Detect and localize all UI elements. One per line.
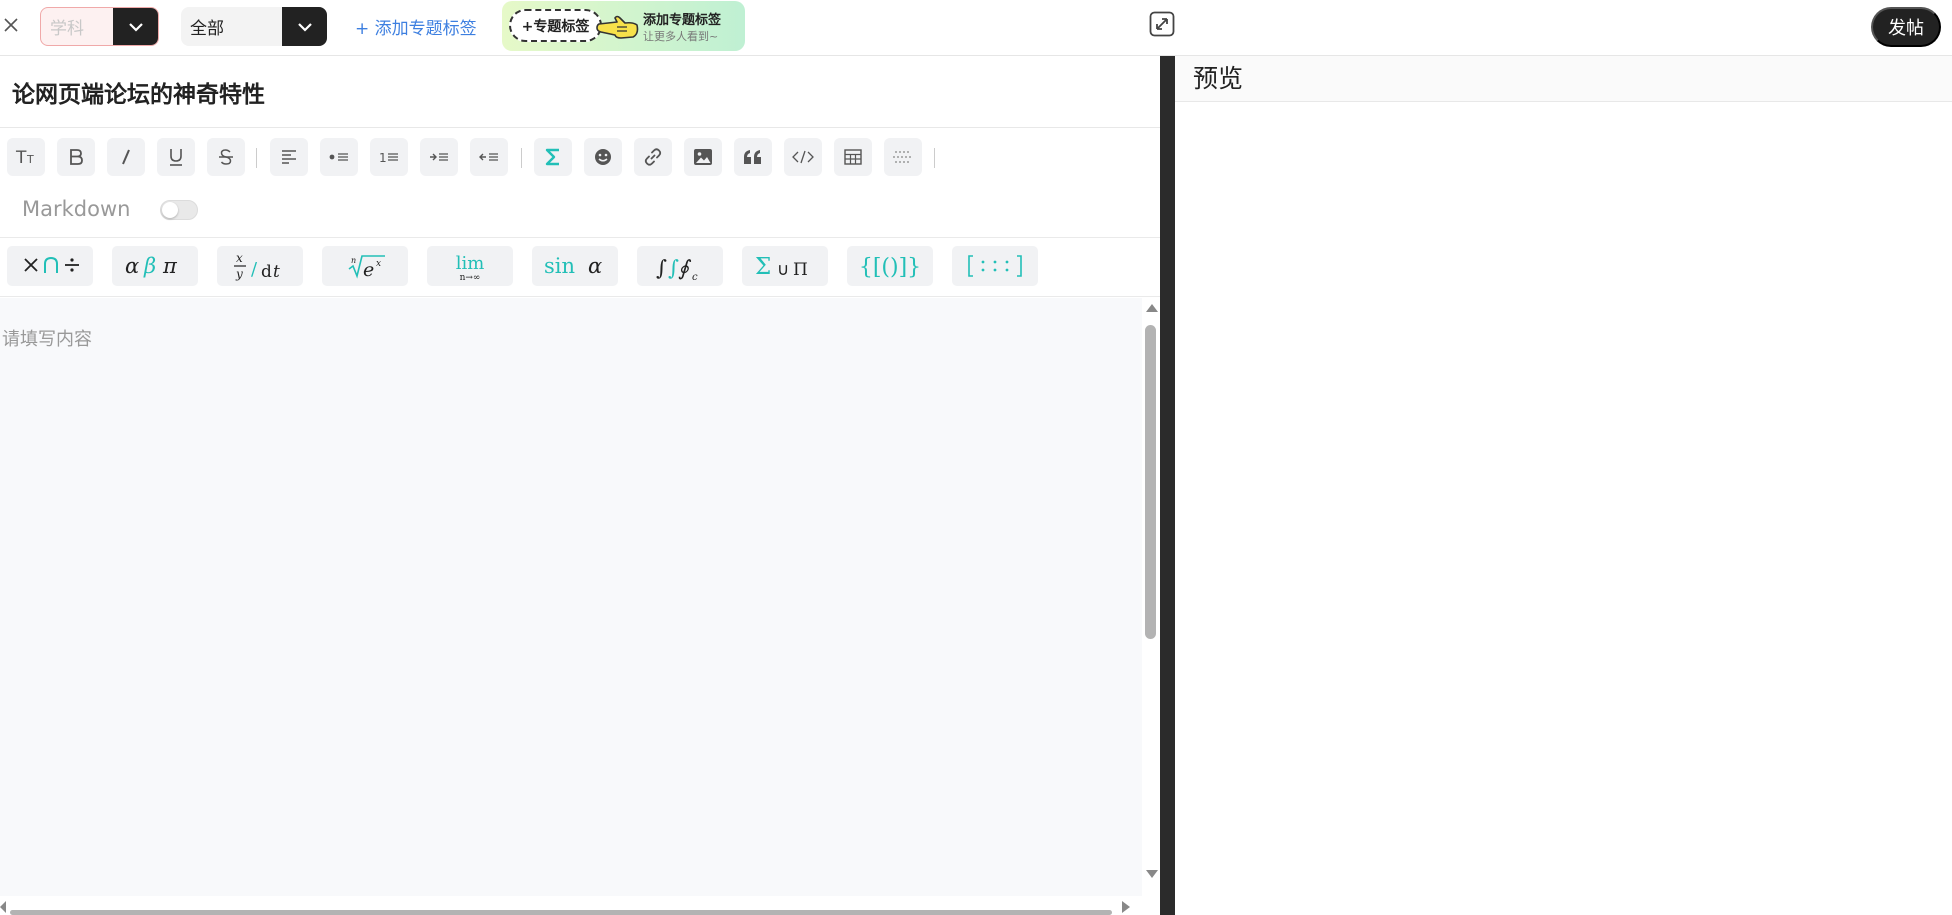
math-greek-button[interactable]: αβπ [112,246,198,286]
quote-icon[interactable] [734,138,772,176]
svg-text:x: x [376,259,381,269]
close-icon[interactable] [0,13,22,37]
expand-icon[interactable] [1149,11,1175,37]
topic-tag-chip[interactable]: +专题标签 [509,9,602,42]
indent-icon[interactable] [420,138,458,176]
subject-select-placeholder: 学科 [50,19,84,39]
markdown-toggle[interactable] [160,200,198,220]
toolbar-divider [521,148,522,168]
vertical-scrollbar[interactable] [1142,298,1160,915]
add-topic-tag-link[interactable]: + 添加专题标签 [355,14,477,39]
svg-text:c: c [692,272,698,283]
svg-text:β: β [143,254,156,278]
top-bar: 学科 全部 + 添加专题标签 +专题标签 添加专题标签 让更多人看到~ 发帖 [0,0,1952,56]
svg-text:e: e [363,259,374,281]
svg-text:α: α [588,254,602,278]
align-left-icon[interactable] [270,138,308,176]
outdent-icon[interactable] [470,138,508,176]
scroll-up-arrow-icon[interactable] [1146,304,1158,312]
toggle-knob [162,202,178,218]
content-editor[interactable] [0,298,1142,896]
code-icon[interactable] [784,138,822,176]
svg-text:d: d [261,262,272,282]
math-fraction-button[interactable]: x y / d t [217,246,303,286]
scroll-right-arrow-icon[interactable] [1122,901,1130,913]
svg-text:x: x [236,251,243,265]
numbered-list-icon[interactable]: 1 [370,138,408,176]
text-size-icon[interactable]: TT [7,138,45,176]
topic-tag-promo[interactable]: +专题标签 添加专题标签 让更多人看到~ [502,1,745,51]
svg-text:T: T [15,148,27,166]
scope-select[interactable]: 全部 [181,7,327,46]
vertical-scroll-thumb[interactable] [1145,325,1156,639]
math-operators-button[interactable] [7,246,93,286]
math-matrix-button[interactable] [952,246,1038,286]
svg-text:t: t [273,262,280,282]
svg-text:∪: ∪ [777,260,789,280]
format-toolbar: TT 1 [0,138,1160,188]
emoji-icon[interactable] [584,138,622,176]
horizontal-rule-icon[interactable] [884,138,922,176]
link-icon[interactable] [634,138,672,176]
underline-icon[interactable] [157,138,195,176]
image-icon[interactable] [684,138,722,176]
promo-subtitle: 让更多人看到~ [643,30,719,43]
post-title-input[interactable] [0,56,1160,128]
svg-text:n: n [351,256,356,265]
svg-text:T: T [26,153,34,166]
math-bracket-button[interactable]: {[()]} [847,246,933,286]
bold-icon[interactable] [57,138,95,176]
bullet-list-icon[interactable] [320,138,358,176]
chevron-down-icon[interactable] [282,7,327,46]
content-input[interactable] [0,298,1142,896]
editor-pane: TT 1 [0,56,1160,915]
markdown-label: Markdown [22,197,131,221]
italic-icon[interactable] [107,138,145,176]
toolbar-divider [256,148,257,168]
svg-text:/: / [251,259,258,280]
scroll-left-arrow-icon[interactable] [0,901,6,913]
math-large-operator-button[interactable]: Σ ∪ Π [742,246,828,286]
svg-text:α: α [125,254,139,278]
horizontal-scroll-thumb[interactable] [10,910,1112,915]
math-limit-button[interactable]: lim n→∞ [427,246,513,286]
svg-text:y: y [235,267,243,281]
math-integral-button[interactable]: ∫ ∫ ∮ c [637,246,723,286]
svg-text:1: 1 [379,151,387,165]
preview-title: 预览 [1175,56,1952,102]
strikethrough-icon[interactable] [207,138,245,176]
svg-text:Σ: Σ [755,254,771,280]
pointing-hand-icon [596,15,639,39]
horizontal-scrollbar[interactable] [0,896,1142,915]
svg-text:∫: ∫ [656,256,667,280]
table-icon[interactable] [834,138,872,176]
math-root-button[interactable]: nex [322,246,408,286]
svg-text:∮: ∮ [678,256,692,280]
svg-text:sin: sin [544,254,575,278]
svg-text:π: π [162,254,178,278]
chevron-down-icon[interactable] [113,8,158,45]
svg-text:{[()]}: {[()]} [859,255,921,280]
toolbar-divider [934,148,935,168]
svg-text:n→∞: n→∞ [460,273,481,283]
markdown-row: Markdown [22,194,198,224]
math-function-button[interactable]: sin α [532,246,618,286]
scope-select-value: 全部 [190,19,224,39]
subject-select[interactable]: 学科 [40,7,159,46]
scroll-down-arrow-icon[interactable] [1146,870,1158,878]
promo-title: 添加专题标签 [643,13,722,28]
math-symbol-bar: αβπ x y / d t nex lim n→∞ sin α ∫ ∫ ∮ c Σ ∪ Π {[()]… [0,237,1160,297]
pane-resize-divider[interactable] [1160,56,1175,915]
svg-text:Π: Π [793,260,808,280]
preview-pane: 预览 [1175,56,1952,915]
formula-icon[interactable] [534,138,572,176]
post-button[interactable]: 发帖 [1871,7,1941,47]
svg-text:lim: lim [456,253,485,274]
